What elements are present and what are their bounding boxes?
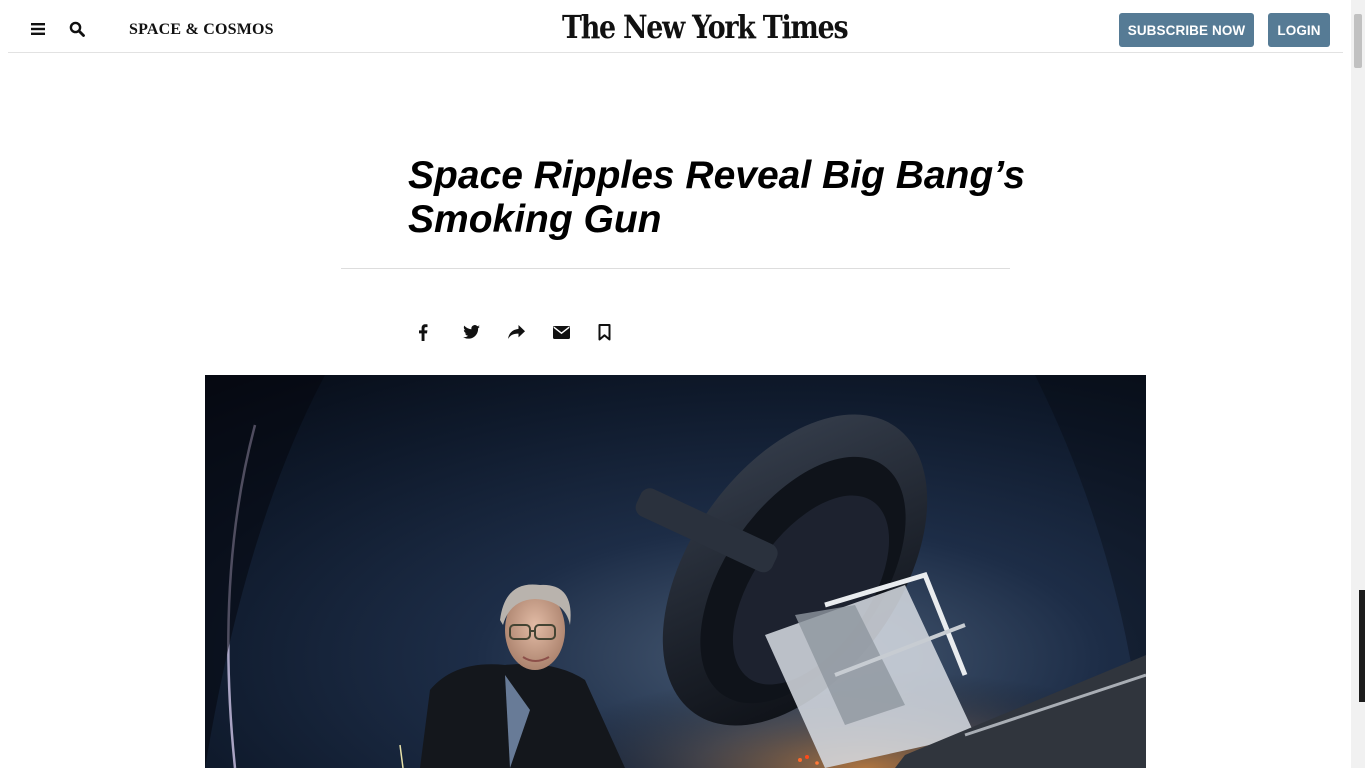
search-button[interactable]: [62, 14, 92, 44]
email-icon: [552, 325, 570, 339]
article-headline: Space Ripples Reveal Big Bang’s Smoking …: [408, 154, 1026, 241]
twitter-icon: [462, 325, 480, 339]
menu-button[interactable]: [23, 14, 53, 44]
subscribe-button[interactable]: SUBSCRIBE NOW: [1119, 13, 1254, 47]
scrollbar-thumb[interactable]: [1354, 14, 1362, 68]
share-facebook-button[interactable]: [411, 320, 435, 344]
share-icon: [507, 325, 525, 339]
search-icon: [69, 21, 85, 37]
save-bookmark-button[interactable]: [592, 320, 616, 344]
hamburger-menu-icon: [31, 23, 45, 35]
headline-divider: [341, 268, 1010, 269]
share-email-button[interactable]: [549, 320, 573, 344]
bookmark-icon: [598, 323, 610, 340]
login-button[interactable]: LOGIN: [1268, 13, 1330, 47]
scroll-indicator: [1359, 590, 1365, 702]
article-photo: [205, 375, 1146, 768]
site-header: SPACE & COSMOS The New York Times SUBSCR…: [8, 0, 1343, 53]
section-label[interactable]: SPACE & COSMOS: [129, 21, 274, 39]
scientist-and-telescope-photo: [205, 375, 1146, 768]
share-twitter-button[interactable]: [459, 320, 483, 344]
facebook-icon: [419, 323, 428, 341]
site-logo[interactable]: The New York Times: [562, 8, 849, 46]
scrollbar[interactable]: [1351, 0, 1365, 768]
share-more-button[interactable]: [504, 320, 528, 344]
